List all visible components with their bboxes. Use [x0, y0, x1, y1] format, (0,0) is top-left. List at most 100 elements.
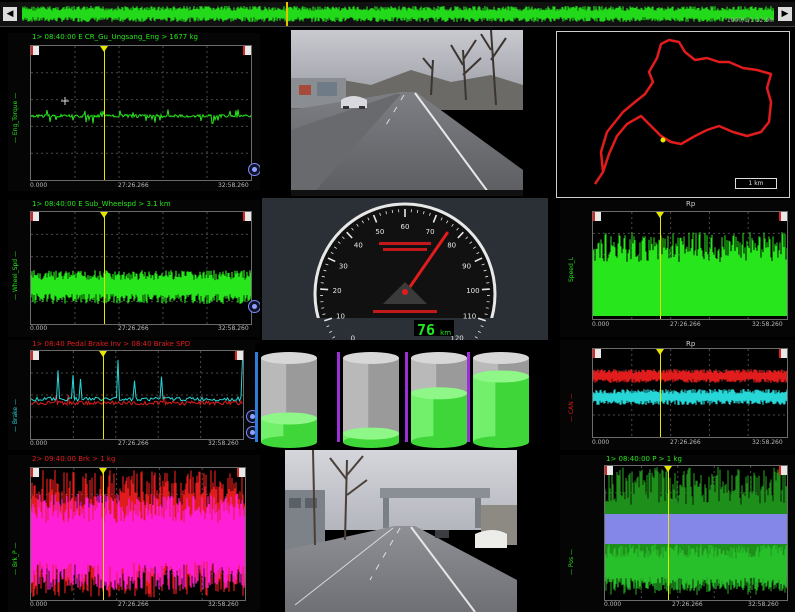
panel-6-trace-cyan	[593, 389, 787, 405]
gauge-tick-label: 20	[333, 287, 342, 295]
panel-1-plot[interactable]	[30, 45, 252, 181]
panel-2-time-start: 0.000	[30, 325, 48, 332]
speed-value: 76	[417, 321, 436, 339]
panel-5-time-start: 0.000	[592, 321, 610, 328]
panel-1-time-end: 32:58.260	[218, 182, 249, 189]
speed-unit: km	[440, 329, 452, 337]
panel-7-trace-blue	[605, 514, 787, 544]
panel-7-plot[interactable]	[604, 465, 788, 601]
panel-5-ylabel: Speed_L	[568, 256, 575, 282]
gauge-label-bar	[379, 242, 431, 245]
panel-3-time-end: 32:58.260	[208, 440, 239, 447]
panel-5-cursor-handle[interactable]	[656, 212, 664, 218]
gauge-tick-label: 0	[351, 335, 355, 340]
map-scale-bar: 1 km	[735, 178, 777, 189]
panel-6-start-marker[interactable]	[593, 349, 601, 358]
gauge-tick-label: 40	[354, 242, 363, 250]
panel-6-time-end: 32:58.260	[752, 439, 783, 446]
panel-1-time-mid: 27:26.266	[118, 182, 149, 189]
panel-7-end-marker[interactable]	[779, 466, 787, 475]
panel-3-ylabel: — Brake —	[12, 398, 19, 432]
panel-2-cursor-handle[interactable]	[100, 212, 108, 218]
overview-trace	[22, 6, 774, 22]
panel-7-time-start: 0.000	[604, 601, 622, 608]
panel-2-end-marker[interactable]	[243, 212, 251, 221]
panel-2-plot[interactable]	[30, 211, 252, 325]
strip-time-label: 1000/1/1 12:00	[726, 17, 773, 24]
panel-3-start-marker[interactable]	[31, 351, 39, 360]
panel-5-trace	[593, 232, 787, 316]
panel-6-time-mid: 27:26.266	[670, 439, 701, 446]
panel-3-title: 1> 08:40 Pedal Brake Inv > 08:40 Brake S…	[32, 340, 191, 348]
panel-1-cursor-handle[interactable]	[100, 46, 108, 52]
panel-4-end-marker[interactable]	[237, 468, 245, 477]
panel-2-start-marker[interactable]	[31, 212, 39, 221]
panel-5-plot[interactable]	[592, 211, 788, 320]
panel-4-time-end: 32:58.260	[208, 601, 239, 608]
panel-3-plot[interactable]	[30, 350, 244, 440]
overview-strip[interactable]: ◀ 1000/1/1 12:00 ▶	[0, 2, 795, 27]
panel-6-cursor[interactable]	[660, 349, 661, 437]
panel-3-end-marker[interactable]	[235, 351, 243, 360]
panel-6-end-marker[interactable]	[779, 349, 787, 358]
gps-map-panel[interactable]: 1 km	[556, 31, 790, 198]
signal-panel-5: Rp Speed_L 0.000 27:26.266 32:58.260	[560, 200, 795, 337]
tank-4	[467, 352, 529, 448]
panel-3-time-start: 0.000	[30, 440, 48, 447]
panel-7-start-marker[interactable]	[605, 466, 613, 475]
panel-3-cursor-handle[interactable]	[99, 351, 107, 357]
strip-left-button[interactable]: ◀	[3, 7, 17, 21]
gauge-tick-label: 60	[401, 223, 410, 231]
gps-route-line	[593, 38, 773, 185]
panel-5-cursor[interactable]	[660, 212, 661, 319]
panel-1-end-marker[interactable]	[243, 46, 251, 55]
gauge-tick-label: 50	[375, 228, 384, 236]
tank-3	[405, 352, 467, 448]
front-camera-view[interactable]	[291, 30, 523, 196]
panel-4-start-marker[interactable]	[31, 468, 39, 477]
panel-2-cursor[interactable]	[104, 212, 105, 324]
panel-4-cursor-handle[interactable]	[99, 468, 107, 474]
tank-1	[255, 352, 317, 448]
gauge-tick-label: 70	[426, 228, 435, 236]
speedometer-panel: 0 10 20 30 40 50 60 70 80 90 100 110 120 76 km	[262, 198, 548, 340]
overview-cursor[interactable]	[286, 2, 288, 26]
panel-1-start-marker[interactable]	[31, 46, 39, 55]
panel-6-cursor-handle[interactable]	[656, 349, 664, 355]
panel-1-title: 1> 08:40:00 E CR_Gu_Ungsang_Eng > 1677 k…	[32, 33, 198, 41]
panel-3-cursor[interactable]	[103, 351, 104, 439]
panel-1-zoom-knob[interactable]	[248, 163, 260, 176]
speedometer-gauge: 0102030405060708090100110120	[262, 202, 548, 340]
gauge-tick-label: 80	[447, 242, 456, 250]
rear-camera-image	[285, 450, 517, 612]
signal-panel-3: 1> 08:40 Pedal Brake Inv > 08:40 Brake S…	[8, 340, 260, 450]
speed-readout: 76 km	[414, 320, 455, 339]
panel-1-cursor[interactable]	[104, 46, 105, 180]
gps-route-track	[593, 38, 773, 185]
panel-4-cursor[interactable]	[103, 468, 104, 600]
panel-5-start-marker[interactable]	[593, 212, 601, 221]
panel-1-trace	[31, 109, 251, 125]
gauge-label-bar	[383, 248, 427, 251]
panel-6-plot[interactable]	[592, 348, 788, 438]
panel-4-ylabel: — Brk_P —	[12, 542, 19, 576]
gps-position-marker	[660, 137, 666, 143]
panel-3-time-mid: 27:26.266	[118, 440, 149, 447]
gauge-tick-label: 30	[339, 262, 348, 270]
gauge-tick-label: 90	[462, 262, 471, 270]
panel-6-trace-red	[593, 369, 787, 383]
gauge-tick-label: 10	[336, 312, 345, 320]
rear-camera-view[interactable]	[285, 450, 517, 612]
panel-2-zoom-knob[interactable]	[248, 300, 260, 313]
strip-right-button[interactable]: ▶	[778, 7, 792, 21]
map-scale-label: 1 km	[748, 180, 764, 187]
panel-5-end-marker[interactable]	[779, 212, 787, 221]
panel-6-time-start: 0.000	[592, 439, 610, 446]
panel-2-title: 1> 08:40:00 E Sub_Wheelspd > 3.1 km	[32, 200, 171, 208]
panel-7-cursor-handle[interactable]	[664, 466, 672, 472]
signal-panel-7: 1> 08:40:00 P > 1 kg — Pos — 0.000 27:26…	[560, 455, 795, 612]
panel-5-time-mid: 27:26.266	[670, 321, 701, 328]
panel-4-plot[interactable]	[30, 467, 246, 601]
panel-7-cursor[interactable]	[668, 466, 669, 600]
panel-1-ylabel: — Eng_Torque —	[12, 92, 19, 143]
